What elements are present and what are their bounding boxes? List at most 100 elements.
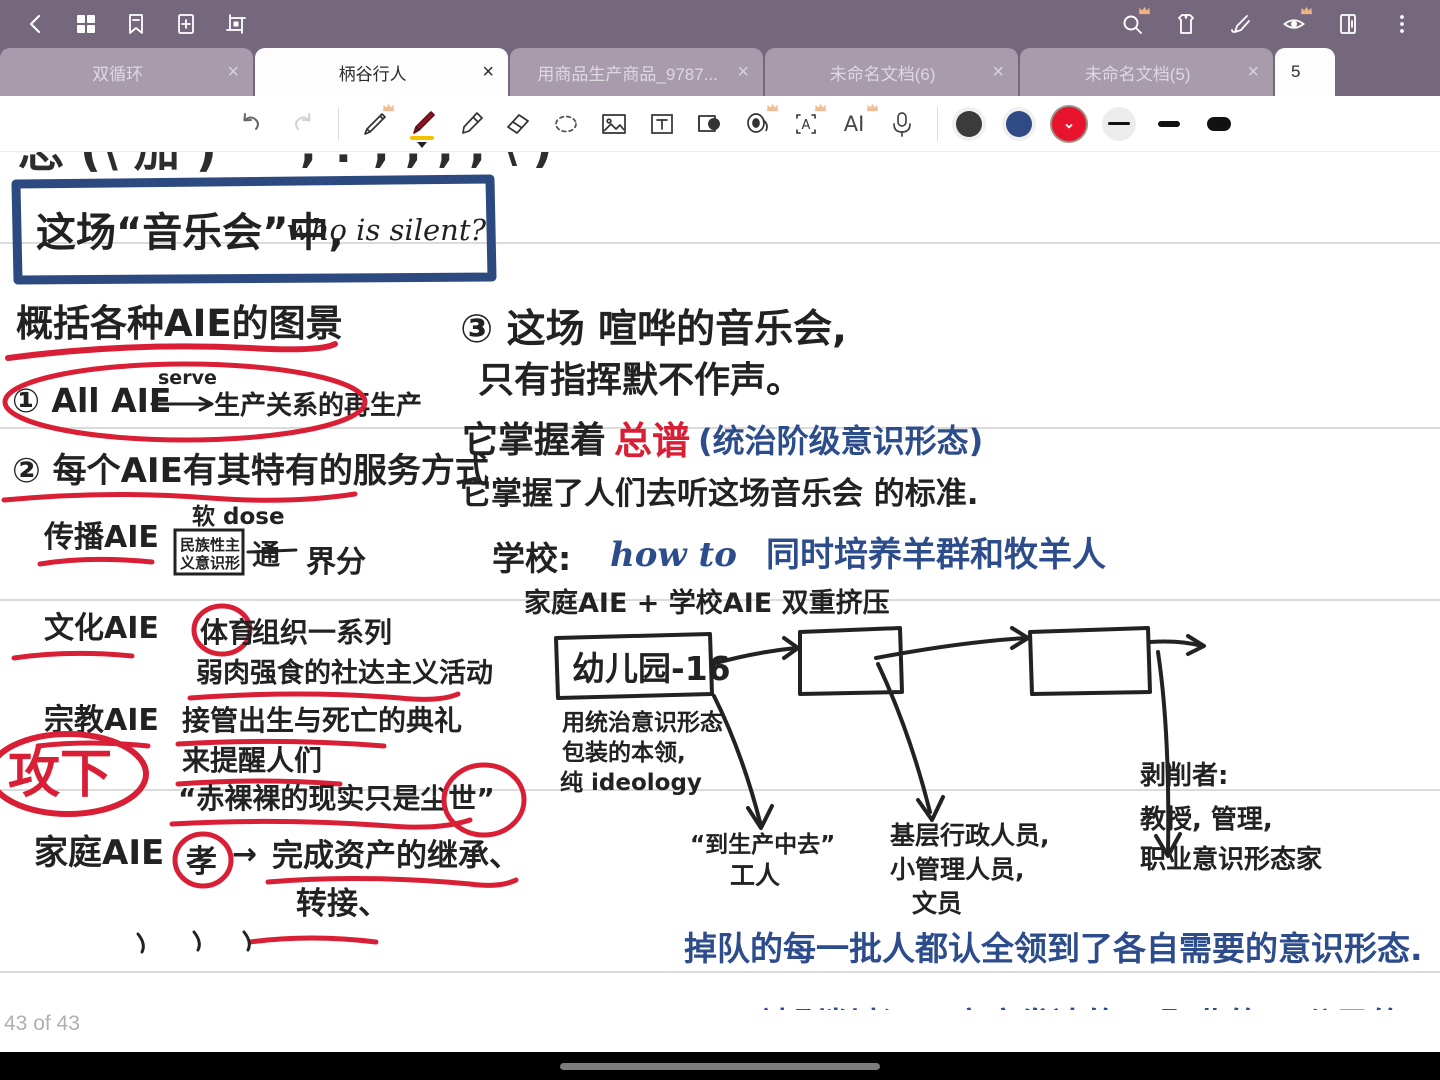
svg-text:A: A: [802, 118, 811, 133]
bookmark-icon[interactable]: [114, 2, 158, 46]
eraser-tool-icon[interactable]: [497, 102, 539, 146]
add-page-icon[interactable]: [164, 2, 208, 46]
text-box-icon[interactable]: [641, 102, 683, 146]
color-swatch-dark[interactable]: [952, 106, 986, 141]
flow-out-2-line1: 基层行政人员,: [890, 821, 1050, 850]
shape-tool-icon[interactable]: [689, 102, 731, 146]
tab-close-icon[interactable]: ×: [992, 62, 1004, 82]
flow-out-2-line3: 文员: [912, 889, 962, 918]
tab-close-icon[interactable]: ×: [1247, 62, 1259, 82]
serve-label: serve: [158, 367, 217, 389]
tab-3[interactable]: 未命名文档(6) ×: [765, 48, 1018, 96]
tab-1-active[interactable]: 柄谷行人 ×: [255, 48, 508, 96]
title-en: who is silent?: [286, 213, 486, 247]
eye-icon[interactable]: [1272, 2, 1316, 46]
school-subline: 家庭AIE + 学校AIE 双重挤压: [524, 587, 890, 619]
more-menu-icon[interactable]: [1380, 2, 1424, 46]
undo-icon[interactable]: [230, 102, 272, 146]
stroke-width-medium[interactable]: [1152, 107, 1186, 141]
dose-note: 软 dose: [192, 503, 285, 530]
jiating-text-1: 完成资产的继承、: [272, 838, 520, 874]
row-label-wenhua: 文化AIE: [44, 611, 159, 646]
left-item-2: ② 每个AIE有其特有的服务方式: [12, 451, 489, 491]
svg-text:总 (\ 加 ): 总 (\ 加 ): [18, 152, 217, 177]
svg-text:, ? , , , , \ ): , ? , , , , \ ): [300, 152, 553, 173]
tab-label: 未命名文档(5): [1084, 64, 1191, 84]
washi-tape-icon[interactable]: [737, 102, 779, 146]
back-icon[interactable]: [14, 2, 58, 46]
lasso-select-tool-icon[interactable]: [545, 102, 587, 146]
drawing-toolbar: A AI ⌄: [0, 96, 1440, 152]
microphone-icon[interactable]: [881, 102, 923, 146]
school-blue-cn: 同时培养羊群和牧羊人: [766, 535, 1106, 575]
jiefen-label: 界分: [306, 545, 366, 580]
right-item-3-line3a: 它掌握着: [462, 420, 606, 461]
red-stamp: 攻下: [8, 745, 112, 805]
search-icon[interactable]: [1110, 2, 1154, 46]
tab-close-icon[interactable]: ×: [482, 62, 494, 82]
tab-5-partial[interactable]: 5: [1275, 48, 1335, 96]
xiao-circled: 孝: [186, 844, 217, 880]
flow-out-3-line3: 职业意识形态家: [1140, 844, 1322, 875]
premium-crown-icon: [383, 103, 394, 111]
blue-conclusion-2: 被剥削者 →“高度发达的”“职业的”“公民的”: [760, 1005, 1424, 1010]
svg-text:AI: AI: [844, 112, 865, 136]
flow-out-1-line2: 工人: [730, 861, 780, 890]
color-swatch-red[interactable]: ⌄: [1052, 106, 1086, 141]
page-count-label: 43 of 43: [4, 1012, 80, 1035]
tab-close-icon[interactable]: ×: [227, 62, 239, 82]
clipped-previous-line: 总 (\ 加 ) , ? , , , , \ ): [18, 152, 553, 177]
ocr-text-icon[interactable]: A: [785, 102, 827, 146]
wenhua-text-1: 组织一系列: [252, 616, 392, 649]
ideology-blue: (统治阶级意识形态): [698, 422, 983, 460]
tab-4[interactable]: 未命名文档(5) ×: [1020, 48, 1273, 96]
tab-close-icon[interactable]: ×: [737, 62, 749, 82]
flow-out-3-line1: 剥削者:: [1140, 761, 1228, 791]
home-indicator[interactable]: [560, 1062, 880, 1070]
zongpu-red: 总谱: [614, 419, 690, 463]
stroke-width-thick[interactable]: [1202, 107, 1236, 141]
zongjiao-text-2: 来提醒人们: [182, 744, 322, 777]
premium-crown-icon: [767, 103, 778, 111]
insert-image-icon[interactable]: [593, 102, 635, 146]
stroke-width-thin[interactable]: [1102, 106, 1136, 141]
premium-crown-icon: [1301, 6, 1312, 15]
pen-dropdown-caret-icon[interactable]: [417, 141, 427, 148]
tab-label: 5: [1291, 62, 1301, 81]
app-bar: [0, 0, 1440, 48]
note-canvas[interactable]: .ink { font-family:"DejaVu Sans", sans-s…: [0, 152, 1440, 1010]
app-bar-right-group: [1110, 2, 1440, 46]
premium-crown-icon: [867, 103, 878, 111]
tab-2[interactable]: 用商品生产商品_9787... ×: [510, 48, 763, 96]
page-split-icon[interactable]: [1326, 2, 1370, 46]
template-icon[interactable]: [1164, 2, 1208, 46]
tab-label: 用商品生产商品_9787...: [537, 64, 718, 84]
jiating-text-2: 转接、: [296, 886, 389, 922]
left-column: 概括各种AIE的图景 ① All AIE serve 生产关系的再生产 ② 每个…: [0, 302, 527, 954]
color-swatch-navy[interactable]: [1002, 106, 1036, 141]
tab-0[interactable]: 双循环 ×: [0, 48, 253, 96]
flow-out-3-line2: 教授, 管理,: [1140, 805, 1273, 835]
left-item-1-target: 生产关系的再生产: [214, 390, 422, 421]
pencil-tool-icon[interactable]: [353, 102, 395, 146]
grid-view-icon[interactable]: [64, 2, 108, 46]
blue-conclusion-1: 掉队的每一批人都认全领到了各自需要的意识形态.: [684, 929, 1423, 968]
svg-text:通: 通: [252, 538, 280, 571]
color-dropdown-caret-icon[interactable]: ⌄: [1063, 116, 1076, 131]
tiyu-circled: 体育: [200, 616, 256, 649]
highlighter-tool-icon[interactable]: [449, 102, 491, 146]
flow-note-1-line3: 纯 ideology: [560, 769, 702, 796]
edit-pen-icon[interactable]: [1218, 2, 1262, 46]
tab-label: 双循环: [92, 64, 144, 84]
left-heading: 概括各种AIE的图景: [16, 302, 343, 345]
redo-icon[interactable]: [282, 102, 324, 146]
left-item-1: ① All AIE: [12, 381, 171, 420]
right-item-3-line2: 只有指挥默不作声。: [478, 360, 802, 401]
flow-box-1-label: 幼儿园-16: [572, 649, 731, 688]
right-item-3-line4: 它掌握了人们去听这场音乐会 的标准.: [460, 476, 979, 512]
system-home-bar: [0, 1052, 1440, 1080]
flow-out-2-line2: 小管理人员,: [890, 855, 1025, 884]
fountain-pen-tool-icon[interactable]: [401, 102, 443, 148]
crop-page-icon[interactable]: [214, 2, 258, 46]
ai-tool-icon[interactable]: AI: [833, 102, 878, 146]
